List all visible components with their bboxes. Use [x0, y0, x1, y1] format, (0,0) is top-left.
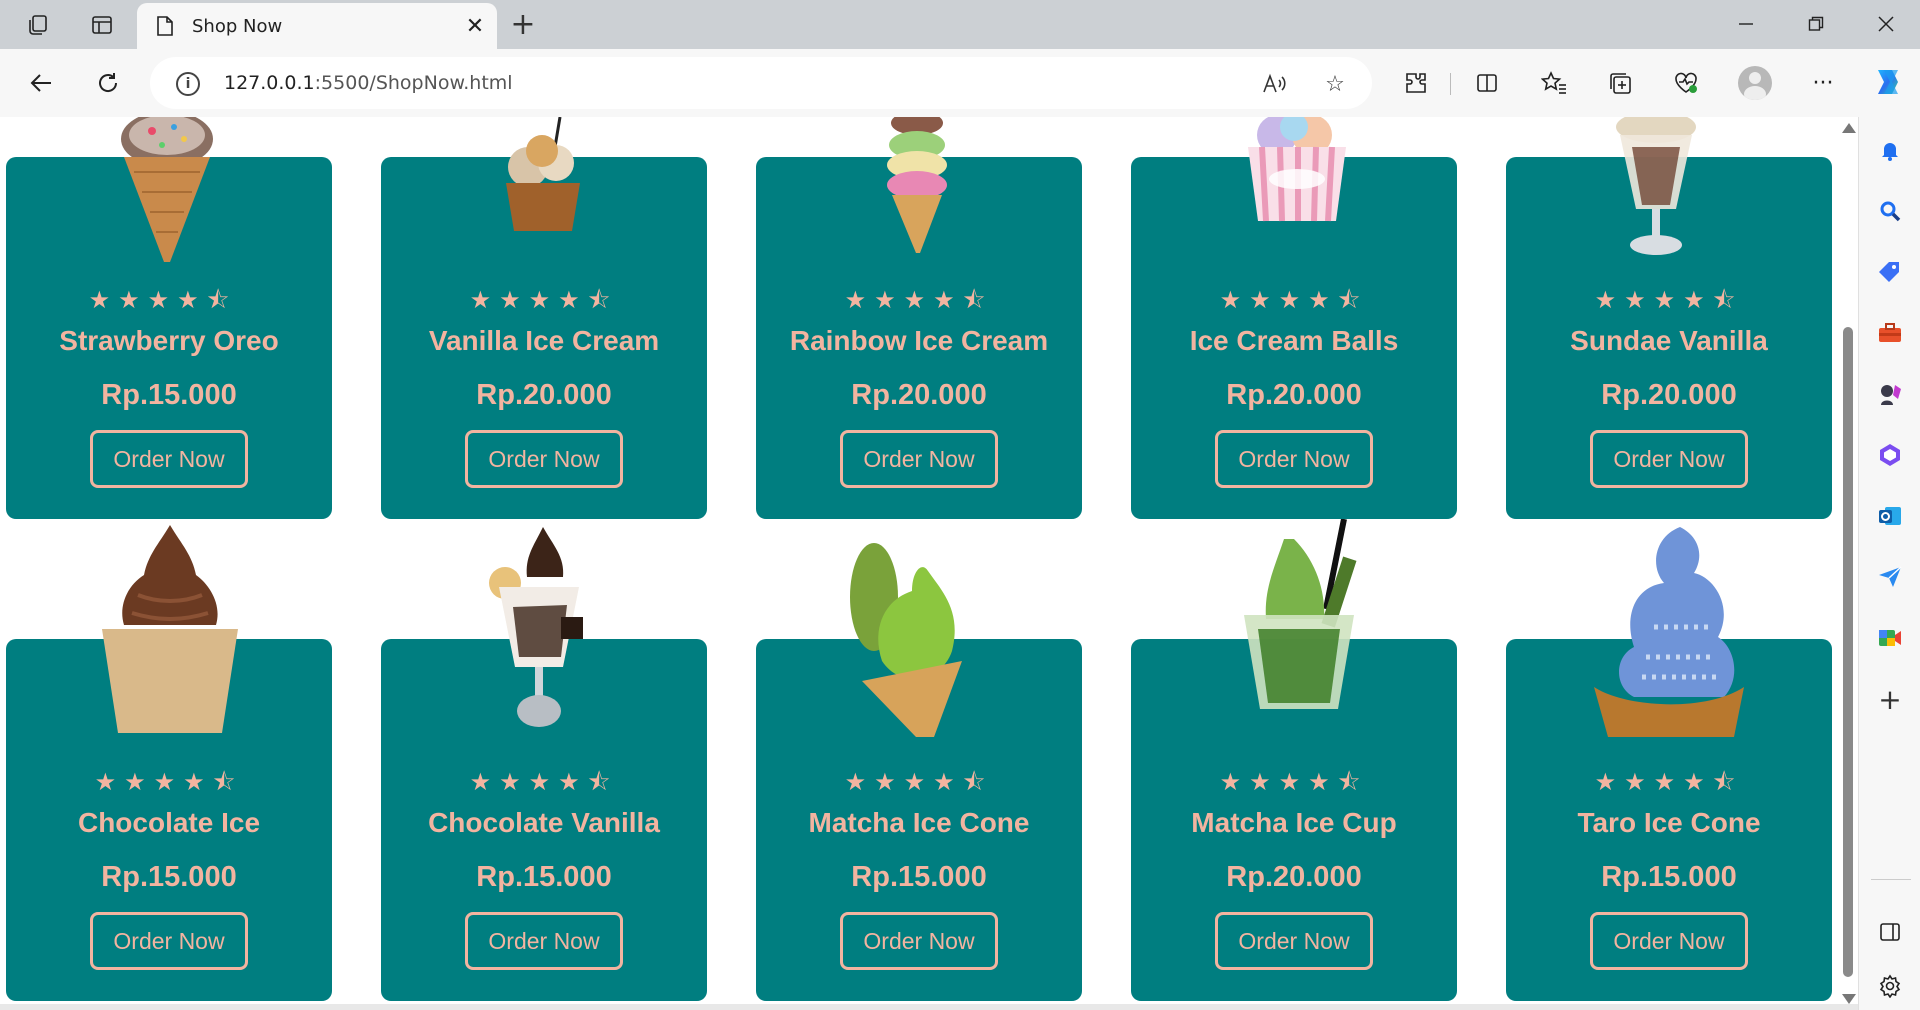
product-name: Ice Cream Balls — [1189, 325, 1399, 356]
order-now-button[interactable]: Order Now — [840, 912, 998, 970]
rating-stars: ★★★★⯪ — [1594, 286, 1744, 314]
microsoft-365-icon[interactable] — [1872, 437, 1908, 473]
rating-stars: ★★★★⯪ — [1219, 286, 1369, 314]
settings-gear-icon[interactable] — [1872, 968, 1908, 1004]
chocolate-vanilla-image — [489, 527, 583, 727]
add-sidebar-app-icon[interactable]: + — [1872, 681, 1908, 717]
scroll-down-arrow[interactable] — [1842, 994, 1856, 1004]
meet-video-icon[interactable] — [1872, 620, 1908, 656]
workspaces-icon[interactable] — [22, 9, 54, 41]
hide-sidebar-icon[interactable] — [1872, 914, 1908, 950]
minimize-button[interactable] — [1712, 2, 1780, 46]
scroll-thumb[interactable] — [1843, 327, 1853, 977]
address-bar[interactable]: i 127.0.0.1:5500/ShopNow.html ☆ — [150, 57, 1372, 109]
games-icon[interactable] — [1872, 376, 1908, 412]
tab-shop-now[interactable]: Shop Now ✕ — [137, 3, 497, 49]
browser-essentials-icon[interactable] — [1669, 66, 1703, 100]
rating-stars: ★★★★⯪ — [844, 768, 994, 796]
rating-stars: ★★★★⯪ — [469, 286, 619, 314]
product-name: Vanilla Ice Cream — [428, 325, 660, 356]
order-now-button[interactable]: Order Now — [1590, 430, 1748, 488]
profile-avatar[interactable] — [1738, 66, 1772, 100]
order-now-button[interactable]: Order Now — [840, 430, 998, 488]
order-now-button[interactable]: Order Now — [1215, 912, 1373, 970]
taro-ice-cone-image — [1594, 527, 1744, 737]
product-price: Rp.20.000 — [851, 379, 987, 411]
product-name: Sundae Vanilla — [1570, 325, 1768, 356]
rating-stars: ★★★★⯪ — [94, 768, 244, 796]
close-window-button[interactable] — [1852, 2, 1920, 46]
page-viewport: ★★★★⯪ Strawberry Oreo Rp.15.000 Order No… — [0, 117, 1838, 1010]
order-now-button[interactable]: Order Now — [1215, 430, 1373, 488]
extensions-icon[interactable] — [1399, 66, 1433, 100]
new-tab-button[interactable]: + — [507, 7, 539, 42]
url-text[interactable]: 127.0.0.1:5500/ShopNow.html — [224, 72, 513, 94]
product-name: Chocolate Ice — [77, 807, 261, 838]
shopping-tag-icon[interactable] — [1872, 254, 1908, 290]
product-price: Rp.20.000 — [1226, 379, 1362, 411]
tools-briefcase-icon[interactable] — [1872, 315, 1908, 351]
order-now-button[interactable]: Order Now — [465, 912, 623, 970]
search-icon[interactable] — [1872, 193, 1908, 229]
ice-cream-balls-image — [1248, 117, 1346, 222]
send-drop-icon[interactable] — [1872, 559, 1908, 595]
product-name: Matcha Ice Cup — [1191, 807, 1397, 838]
product-name: Strawberry Oreo — [59, 325, 279, 356]
collections-icon[interactable] — [1603, 66, 1637, 100]
refresh-button[interactable] — [90, 65, 126, 101]
product-price: Rp.20.000 — [476, 379, 612, 411]
more-menu-icon[interactable]: ··· — [1806, 66, 1840, 100]
product-price: Rp.15.000 — [101, 379, 237, 411]
rating-stars: ★★★★⯪ — [469, 768, 619, 796]
sidebar-divider — [1871, 879, 1911, 880]
rating-stars: ★★★★⯪ — [1219, 768, 1369, 796]
order-now-button[interactable]: Order Now — [1590, 912, 1748, 970]
product-name: Chocolate Vanilla — [428, 807, 660, 838]
vanilla-ice-cream-image — [506, 117, 580, 231]
back-button[interactable] — [24, 65, 60, 101]
order-now-button[interactable]: Order Now — [90, 430, 248, 488]
product-price: Rp.20.000 — [1226, 861, 1362, 893]
order-now-button[interactable]: Order Now — [465, 430, 623, 488]
tab-actions-icon[interactable] — [86, 9, 118, 41]
notifications-bell-icon[interactable] — [1872, 132, 1908, 168]
read-aloud-icon[interactable] — [1260, 69, 1290, 99]
product-name: Matcha Ice Cone — [808, 807, 1030, 838]
product-price: Rp.15.000 — [476, 861, 612, 893]
product-price: Rp.20.000 — [1601, 379, 1737, 411]
toolbar-divider — [1450, 73, 1451, 95]
info-icon[interactable]: i — [176, 72, 200, 96]
favorites-icon[interactable] — [1537, 66, 1571, 100]
tab-bar: Shop Now ✕ + — [0, 0, 1920, 49]
product-name: Rainbow Ice Cream — [789, 325, 1049, 356]
outlook-icon[interactable] — [1872, 498, 1908, 534]
page-icon — [155, 15, 175, 41]
rainbow-ice-cream-image — [887, 117, 947, 253]
rating-stars: ★★★★⯪ — [844, 286, 994, 314]
split-screen-icon[interactable] — [1470, 66, 1504, 100]
page-scrollbar[interactable] — [1838, 117, 1858, 1010]
sundae-vanilla-image — [1616, 117, 1696, 255]
product-name: Taro Ice Cone — [1577, 807, 1761, 838]
product-price: Rp.15.000 — [1601, 861, 1737, 893]
matcha-ice-cone-image — [850, 543, 962, 737]
rating-stars: ★★★★⯪ — [88, 286, 238, 314]
chocolate-ice-image — [102, 525, 238, 733]
close-tab-icon[interactable]: ✕ — [460, 11, 490, 41]
browser-toolbar: i 127.0.0.1:5500/ShopNow.html ☆ ··· — [0, 49, 1920, 117]
rating-stars: ★★★★⯪ — [1594, 768, 1744, 796]
strawberry-oreo-image — [121, 117, 213, 262]
favorite-star-icon[interactable]: ☆ — [1320, 69, 1350, 99]
matcha-ice-cup-image — [1244, 519, 1357, 709]
restore-button[interactable] — [1782, 2, 1850, 46]
order-now-button[interactable]: Order Now — [90, 912, 248, 970]
product-price: Rp.15.000 — [101, 861, 237, 893]
bottom-edge — [0, 1004, 1858, 1010]
tab-title: Shop Now — [192, 16, 283, 37]
edge-sidebar: + — [1858, 117, 1920, 1010]
scroll-up-arrow[interactable] — [1842, 123, 1856, 133]
copilot-icon[interactable] — [1868, 62, 1908, 102]
product-price: Rp.15.000 — [851, 861, 987, 893]
